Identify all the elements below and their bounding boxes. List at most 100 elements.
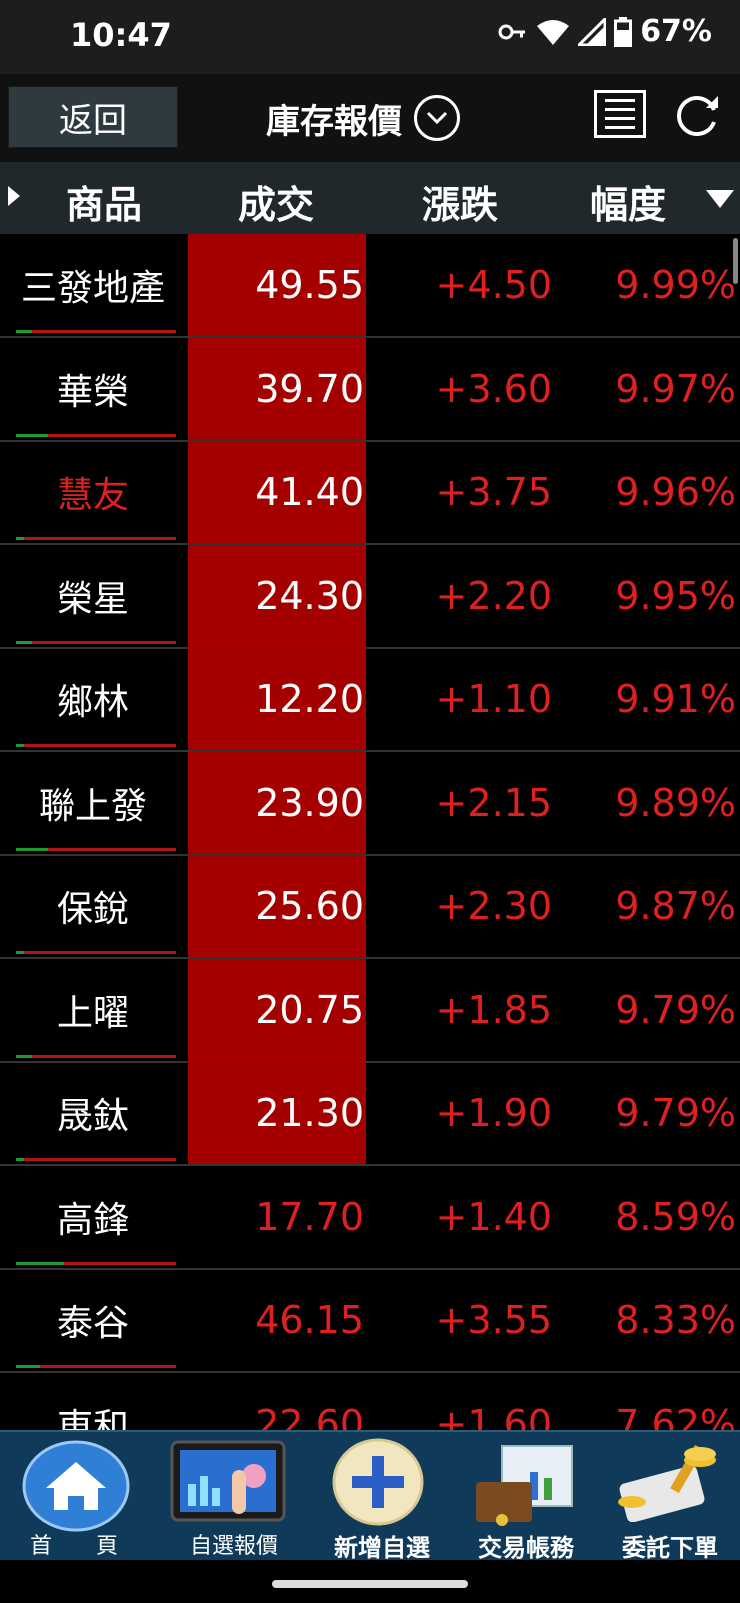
price-value: 20.75 <box>255 987 364 1032</box>
volume-ratio-bar <box>16 640 176 644</box>
percent-value: 9.89% <box>615 780 736 825</box>
wifi-icon <box>537 19 570 45</box>
percent-value: 9.95% <box>615 573 736 618</box>
product-name: 上曜 <box>56 992 129 1034</box>
volume-ratio-bar <box>16 744 176 747</box>
price-value: 22.60 <box>255 1401 364 1431</box>
price-value: 46.15 <box>255 1298 364 1342</box>
nav-add[interactable]: 新增自選 <box>308 1432 456 1562</box>
table-row[interactable]: 三發地產 49.55 +4.50 9.99% <box>0 234 740 338</box>
nav-account[interactable]: 交易帳務 <box>452 1432 600 1562</box>
table-row[interactable]: 鄉林 12.20 +1.10 9.91% <box>0 648 740 752</box>
signal-icon <box>578 17 607 46</box>
gesture-bar <box>0 1560 740 1603</box>
col-change[interactable]: 漲跌 <box>422 174 498 229</box>
table-row[interactable]: 華榮 39.70 +3.60 9.97% <box>0 337 740 442</box>
change-value: +1.40 <box>435 1194 552 1239</box>
col-price[interactable]: 成交 <box>238 174 314 229</box>
volume-ratio-bar <box>16 1261 176 1265</box>
table-row[interactable]: 榮星 24.30 +2.20 9.95% <box>0 544 740 649</box>
vpn-key-icon <box>498 24 526 39</box>
wallet-report-icon <box>476 1445 573 1526</box>
scrollbar[interactable] <box>733 238 738 284</box>
product-name: 泰谷 <box>56 1303 129 1344</box>
product-name: 鄉林 <box>56 682 129 723</box>
refresh-icon[interactable] <box>672 90 722 140</box>
change-value: +1.85 <box>435 987 552 1032</box>
product-name: 三發地產 <box>20 268 165 309</box>
product-name: 慧友 <box>56 475 129 516</box>
volume-ratio-bar <box>16 1158 176 1161</box>
volume-ratio-bar <box>16 847 176 851</box>
home-gesture-pill[interactable] <box>272 1580 468 1588</box>
col-product[interactable]: 商品 <box>66 174 142 229</box>
percent-value: 9.79% <box>615 1091 736 1135</box>
product-name: 晟鈦 <box>56 1096 129 1137</box>
quote-list[interactable]: 三發地產 49.55 +4.50 9.99% 華榮 39.70 +3.60 9.97% 慧友 41… <box>0 234 740 1430</box>
back-button[interactable]: 返回 <box>8 86 178 148</box>
table-row[interactable]: 東和 22.60 +1.60 7.62% <box>0 1373 740 1431</box>
product-name: 高鋒 <box>56 1199 129 1241</box>
status-icons: 67% <box>498 14 712 49</box>
status-time: 10:47 <box>70 16 172 54</box>
table-row[interactable]: 高鋒 17.70 +1.40 8.59% <box>0 1166 740 1270</box>
product-name: 東和 <box>56 1406 129 1431</box>
product-name: 保銳 <box>56 889 129 930</box>
chevron-down-icon[interactable] <box>414 95 460 141</box>
table-row[interactable]: 保銳 25.60 +2.30 9.87% <box>0 855 740 959</box>
change-value: +1.10 <box>435 677 552 721</box>
percent-value: 9.91% <box>615 677 736 721</box>
column-header: 商品 成交 漲跌 幅度 <box>0 162 740 234</box>
price-value: 39.70 <box>255 366 364 411</box>
change-value: +2.20 <box>435 573 552 618</box>
price-value: 17.70 <box>255 1194 364 1239</box>
percent-value: 9.99% <box>615 263 736 307</box>
volume-ratio-bar <box>16 951 176 954</box>
bottom-nav: 首 頁 自選報價 新增自選 交易帳務 委託下單 <box>0 1430 740 1562</box>
nav-watchlist[interactable]: 自選報價 <box>160 1432 308 1562</box>
price-value: 25.60 <box>255 884 364 928</box>
title-dropdown[interactable]: 庫存報價 <box>266 88 460 148</box>
col-percent[interactable]: 幅度 <box>590 174 666 229</box>
change-value: +1.90 <box>435 1091 552 1135</box>
change-value: +2.15 <box>435 780 552 825</box>
table-row[interactable]: 慧友 41.40 +3.75 9.96% <box>0 441 740 545</box>
price-value: 23.90 <box>255 780 364 825</box>
order-coins-icon <box>618 1444 716 1522</box>
volume-ratio-bar <box>16 1054 176 1058</box>
table-row[interactable]: 聯上發 23.90 +2.15 9.89% <box>0 751 740 856</box>
percent-value: 9.97% <box>615 366 736 411</box>
battery-icon <box>614 16 633 47</box>
price-value: 12.20 <box>255 677 364 721</box>
table-row[interactable]: 上曜 20.75 +1.85 9.79% <box>0 958 740 1063</box>
list-view-icon[interactable] <box>594 90 646 138</box>
app-header: 返回 庫存報價 <box>0 74 740 162</box>
sort-desc-icon[interactable] <box>706 190 734 208</box>
price-value: 24.30 <box>255 573 364 618</box>
change-value: +2.30 <box>435 884 552 928</box>
volume-ratio-bar <box>16 1365 176 1368</box>
nav-account-label: 交易帳務 <box>478 1534 574 1562</box>
change-value: +3.55 <box>435 1298 552 1342</box>
price-value: 21.30 <box>255 1091 364 1135</box>
nav-home[interactable]: 首 頁 <box>0 1432 148 1562</box>
tablet-chart-icon <box>170 1440 286 1522</box>
volume-ratio-bar <box>16 537 176 540</box>
table-row[interactable]: 泰谷 46.15 +3.55 8.33% <box>0 1269 740 1373</box>
price-value: 49.55 <box>255 263 364 307</box>
nav-home-label: 首 頁 <box>29 1534 118 1559</box>
percent-value: 9.96% <box>615 470 736 514</box>
change-value: +4.50 <box>435 263 552 307</box>
change-value: +1.60 <box>435 1401 552 1431</box>
table-row[interactable]: 晟鈦 21.30 +1.90 9.79% <box>0 1062 740 1166</box>
change-value: +3.75 <box>435 470 552 514</box>
nav-order-label: 委託下單 <box>622 1534 718 1562</box>
price-value: 41.40 <box>255 470 364 514</box>
percent-value: 9.87% <box>615 884 736 928</box>
product-name: 聯上發 <box>38 785 147 827</box>
change-value: +3.60 <box>435 366 552 411</box>
expand-left-icon[interactable] <box>8 186 20 206</box>
percent-value: 8.33% <box>615 1298 736 1342</box>
nav-order[interactable]: 委託下單 <box>596 1432 740 1562</box>
volume-ratio-bar <box>16 330 176 333</box>
